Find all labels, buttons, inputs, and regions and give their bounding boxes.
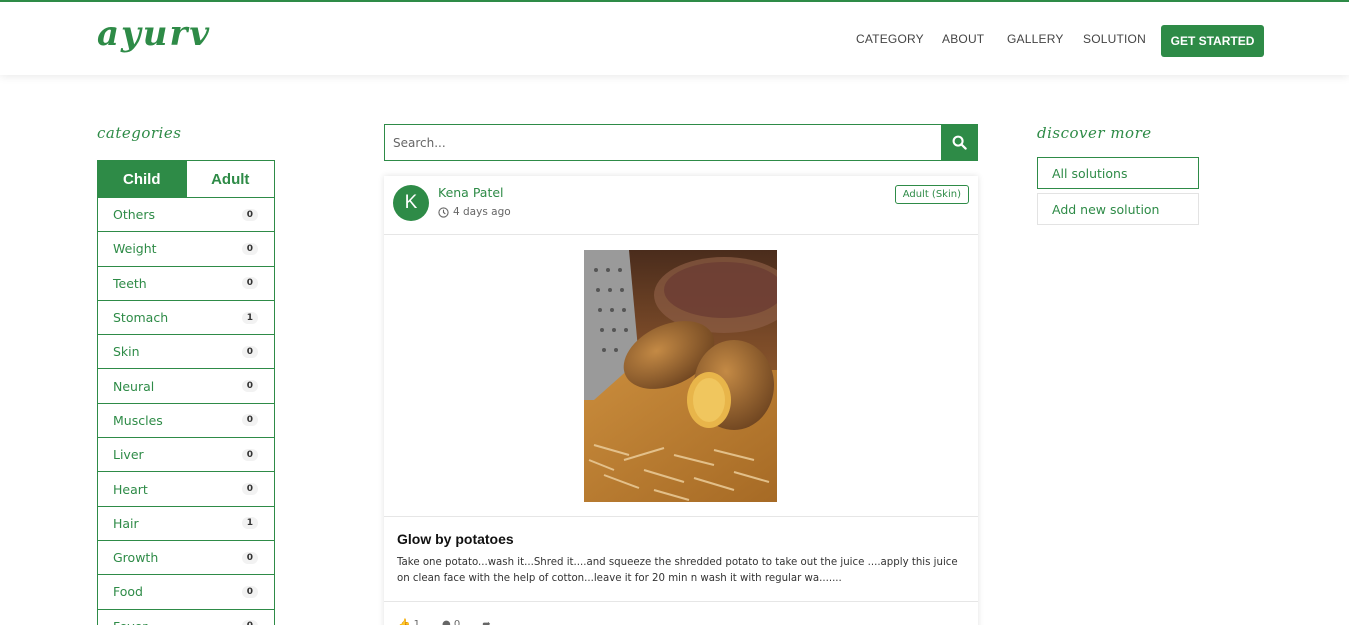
divider xyxy=(384,516,978,517)
category-label: Food xyxy=(113,584,143,600)
category-label: Skin xyxy=(113,344,140,360)
category-label: Growth xyxy=(113,550,159,566)
category-label: Muscles xyxy=(113,412,163,428)
category-item-food[interactable]: Food 0 xyxy=(98,575,274,610)
category-label: Others xyxy=(113,207,156,223)
tab-child[interactable]: Child xyxy=(98,161,186,197)
category-label: Teeth xyxy=(113,275,147,291)
category-count-badge: 1 xyxy=(241,517,258,530)
categories-panel: Child Adult Others 0 Weight 0 Teeth 0 Stomach 1… xyxy=(97,160,275,625)
add-new-solution-button[interactable]: Add new solution xyxy=(1037,193,1199,225)
category-item-neural[interactable]: Neural 0 xyxy=(98,369,274,404)
category-count-badge: 0 xyxy=(241,585,258,598)
all-solutions-button[interactable]: All solutions xyxy=(1037,157,1199,189)
category-count-badge: 0 xyxy=(241,277,258,290)
nav-category[interactable]: CATEGORY xyxy=(856,32,924,46)
like-button[interactable]: 👍 1 xyxy=(398,619,420,625)
post-image xyxy=(584,250,777,502)
category-count-badge: 0 xyxy=(241,414,258,427)
search-icon xyxy=(952,135,967,150)
category-label: Fever xyxy=(113,619,147,625)
category-count-badge: 0 xyxy=(241,345,258,358)
category-item-hair[interactable]: Hair 1 xyxy=(98,507,274,541)
discover-title: discover more xyxy=(1037,124,1152,142)
category-count-badge: 0 xyxy=(241,380,258,393)
category-item-fever[interactable]: Fever 0 xyxy=(98,610,274,625)
category-item-weight[interactable]: Weight 0 xyxy=(98,232,274,267)
post-body: Take one potato...wash it...Shred it....… xyxy=(397,557,958,584)
category-label: Liver xyxy=(113,447,144,463)
category-label: Weight xyxy=(113,241,157,257)
categories-title: categories xyxy=(97,124,182,142)
post-actions: 👍 1 ● 0 ➦ xyxy=(398,619,491,625)
potato-photo xyxy=(584,250,777,502)
post-card: K Kena Patel 4 days ago Adult (Skin) Glo… xyxy=(384,176,978,625)
nav-gallery[interactable]: GALLERY xyxy=(1007,32,1064,46)
category-item-teeth[interactable]: Teeth 0 xyxy=(98,267,274,301)
post-title[interactable]: Glow by potatoes xyxy=(397,531,514,547)
category-count-badge: 0 xyxy=(241,483,258,496)
search-input[interactable] xyxy=(385,125,941,160)
category-label: Neural xyxy=(113,378,155,394)
tab-adult[interactable]: Adult xyxy=(185,161,274,197)
clock-icon xyxy=(438,206,449,218)
category-label: Hair xyxy=(113,515,139,531)
category-count-badge: 0 xyxy=(241,208,258,221)
nav-about[interactable]: ABOUT xyxy=(942,32,984,46)
search-bar xyxy=(384,124,978,161)
search-button[interactable] xyxy=(941,124,978,161)
author-name[interactable]: Kena Patel xyxy=(438,185,504,200)
get-started-button[interactable]: GET STARTED xyxy=(1161,25,1264,57)
top-header: ayurv CATEGORY ABOUT GALLERY SOLUTION GE… xyxy=(0,0,1349,75)
divider xyxy=(384,601,978,602)
category-item-stomach[interactable]: Stomach 1 xyxy=(98,301,274,336)
post-time: 4 days ago xyxy=(438,206,511,218)
category-item-muscles[interactable]: Muscles 0 xyxy=(98,404,274,439)
category-count-badge: 0 xyxy=(241,620,258,625)
category-count-badge: 0 xyxy=(241,551,258,564)
category-label: Stomach xyxy=(113,310,169,326)
category-count-badge: 0 xyxy=(241,448,258,461)
avatar[interactable]: K xyxy=(393,185,429,221)
nav-solution[interactable]: SOLUTION xyxy=(1083,32,1146,46)
share-icon[interactable]: ➦ xyxy=(482,619,490,625)
category-tag[interactable]: Adult (Skin) xyxy=(894,185,969,204)
category-count-badge: 1 xyxy=(241,311,258,324)
comment-button[interactable]: ● 0 xyxy=(442,619,460,625)
category-item-heart[interactable]: Heart 0 xyxy=(98,472,274,507)
post-time-text: 4 days ago xyxy=(453,206,511,218)
category-list: Others 0 Weight 0 Teeth 0 Stomach 1 Skin 0 Neural 0… xyxy=(98,198,274,625)
logo[interactable]: ayurv xyxy=(97,14,211,54)
comment-count: 0 xyxy=(453,619,461,625)
category-item-liver[interactable]: Liver 0 xyxy=(98,438,274,473)
category-tabs: Child Adult xyxy=(98,161,274,198)
category-item-skin[interactable]: Skin 0 xyxy=(98,335,274,370)
like-count: 1 xyxy=(413,619,421,625)
category-item-growth[interactable]: Growth 0 xyxy=(98,541,274,576)
category-label: Heart xyxy=(113,481,148,497)
divider xyxy=(384,234,978,235)
category-item-others[interactable]: Others 0 xyxy=(98,198,274,233)
category-count-badge: 0 xyxy=(241,242,258,255)
